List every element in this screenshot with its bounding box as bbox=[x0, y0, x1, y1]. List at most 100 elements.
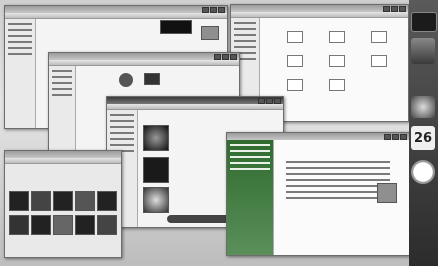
photo-thumbnail[interactable] bbox=[9, 215, 29, 235]
album-art[interactable] bbox=[143, 187, 169, 213]
nav-item[interactable] bbox=[110, 132, 134, 134]
drive-icon[interactable] bbox=[287, 31, 303, 43]
nav-item[interactable] bbox=[52, 88, 72, 90]
nav-item[interactable] bbox=[110, 144, 134, 146]
title-bar[interactable] bbox=[107, 97, 283, 104]
nav-item[interactable] bbox=[52, 70, 72, 72]
window-controls[interactable] bbox=[214, 54, 237, 60]
drive-icon[interactable] bbox=[371, 31, 387, 43]
photo-thumbnail[interactable] bbox=[53, 191, 73, 211]
music-icon[interactable] bbox=[119, 73, 133, 87]
setting-row[interactable] bbox=[286, 191, 390, 193]
title-bar[interactable] bbox=[227, 133, 409, 140]
nav-item[interactable] bbox=[8, 47, 32, 49]
nav-item[interactable] bbox=[234, 28, 256, 30]
task-link[interactable] bbox=[230, 168, 270, 170]
task-pane[interactable] bbox=[227, 140, 274, 255]
clock-gadget[interactable] bbox=[411, 160, 435, 184]
slideshow-gadget[interactable] bbox=[411, 12, 437, 32]
minimize-icon[interactable] bbox=[258, 98, 265, 104]
photo-thumbnail[interactable] bbox=[31, 215, 51, 235]
setting-row[interactable] bbox=[286, 197, 390, 199]
drive-icon[interactable] bbox=[371, 55, 387, 67]
nav-item[interactable] bbox=[52, 82, 72, 84]
photo-gallery-window[interactable] bbox=[4, 150, 122, 258]
album-art[interactable] bbox=[143, 125, 169, 151]
maximize-icon[interactable] bbox=[210, 7, 217, 13]
title-bar[interactable] bbox=[231, 5, 408, 12]
close-icon[interactable] bbox=[218, 7, 225, 13]
photo-thumbnail[interactable] bbox=[75, 215, 95, 235]
nav-item[interactable] bbox=[234, 40, 256, 42]
drive-icon[interactable] bbox=[329, 55, 345, 67]
close-icon[interactable] bbox=[400, 134, 407, 140]
drive-icon[interactable] bbox=[329, 31, 345, 43]
nav-item[interactable] bbox=[110, 120, 134, 122]
minimize-icon[interactable] bbox=[214, 54, 221, 60]
maximize-icon[interactable] bbox=[392, 134, 399, 140]
minimize-icon[interactable] bbox=[384, 134, 391, 140]
drive-icon[interactable] bbox=[287, 79, 303, 91]
maximize-icon[interactable] bbox=[222, 54, 229, 60]
setting-row[interactable] bbox=[286, 179, 390, 181]
setting-row[interactable] bbox=[286, 173, 390, 175]
title-bar[interactable] bbox=[5, 6, 227, 13]
setting-row[interactable] bbox=[286, 161, 390, 163]
nav-item[interactable] bbox=[110, 138, 134, 140]
photo-thumbnail[interactable] bbox=[31, 191, 51, 211]
photo-thumbnail[interactable] bbox=[97, 191, 117, 211]
media-thumbnail[interactable] bbox=[160, 20, 192, 34]
minimize-icon[interactable] bbox=[202, 7, 209, 13]
folder-icon[interactable] bbox=[201, 26, 219, 40]
minimize-icon[interactable] bbox=[383, 6, 390, 12]
user-picture-icon[interactable] bbox=[377, 183, 397, 203]
navigation-pane[interactable] bbox=[5, 19, 36, 128]
nav-item[interactable] bbox=[8, 41, 32, 43]
close-icon[interactable] bbox=[399, 6, 406, 12]
close-icon[interactable] bbox=[274, 98, 281, 104]
window-controls[interactable] bbox=[202, 7, 225, 13]
title-bar[interactable] bbox=[49, 53, 239, 60]
nav-item[interactable] bbox=[52, 94, 72, 96]
toolbar[interactable] bbox=[49, 60, 239, 66]
drive-icon[interactable] bbox=[287, 55, 303, 67]
task-link[interactable] bbox=[230, 162, 270, 164]
title-bar[interactable] bbox=[5, 151, 121, 158]
window-controls[interactable] bbox=[383, 6, 406, 12]
setting-row[interactable] bbox=[286, 167, 390, 169]
weather-gadget[interactable] bbox=[411, 96, 435, 118]
control-panel-window[interactable] bbox=[226, 132, 410, 256]
nav-item[interactable] bbox=[52, 76, 72, 78]
folder-icon[interactable] bbox=[144, 73, 160, 85]
album-art[interactable] bbox=[143, 157, 169, 183]
nav-item[interactable] bbox=[8, 35, 32, 37]
task-link[interactable] bbox=[230, 150, 270, 152]
nav-item[interactable] bbox=[234, 22, 256, 24]
setting-row[interactable] bbox=[286, 185, 390, 187]
toolbar[interactable] bbox=[5, 158, 121, 164]
nav-item[interactable] bbox=[110, 126, 134, 128]
drive-list bbox=[287, 31, 405, 91]
task-link[interactable] bbox=[230, 144, 270, 146]
toolbar[interactable] bbox=[5, 13, 227, 19]
nav-item[interactable] bbox=[8, 23, 32, 25]
window-controls[interactable] bbox=[384, 134, 407, 140]
calendar-gadget[interactable]: 26 bbox=[411, 126, 435, 150]
drive-icon[interactable] bbox=[329, 79, 345, 91]
maximize-icon[interactable] bbox=[266, 98, 273, 104]
photo-thumbnail[interactable] bbox=[97, 215, 117, 235]
maximize-icon[interactable] bbox=[391, 6, 398, 12]
close-icon[interactable] bbox=[230, 54, 237, 60]
nav-item[interactable] bbox=[8, 53, 32, 55]
task-link[interactable] bbox=[230, 156, 270, 158]
photo-thumbnail[interactable] bbox=[9, 191, 29, 211]
nav-item[interactable] bbox=[110, 114, 134, 116]
contacts-gadget[interactable] bbox=[411, 38, 435, 64]
photo-thumbnail[interactable] bbox=[75, 191, 95, 211]
window-controls[interactable] bbox=[258, 98, 281, 104]
nav-item[interactable] bbox=[234, 34, 256, 36]
nav-item[interactable] bbox=[234, 46, 256, 48]
nav-item[interactable] bbox=[8, 29, 32, 31]
sidebar: 26 bbox=[409, 0, 438, 266]
photo-thumbnail[interactable] bbox=[53, 215, 73, 235]
